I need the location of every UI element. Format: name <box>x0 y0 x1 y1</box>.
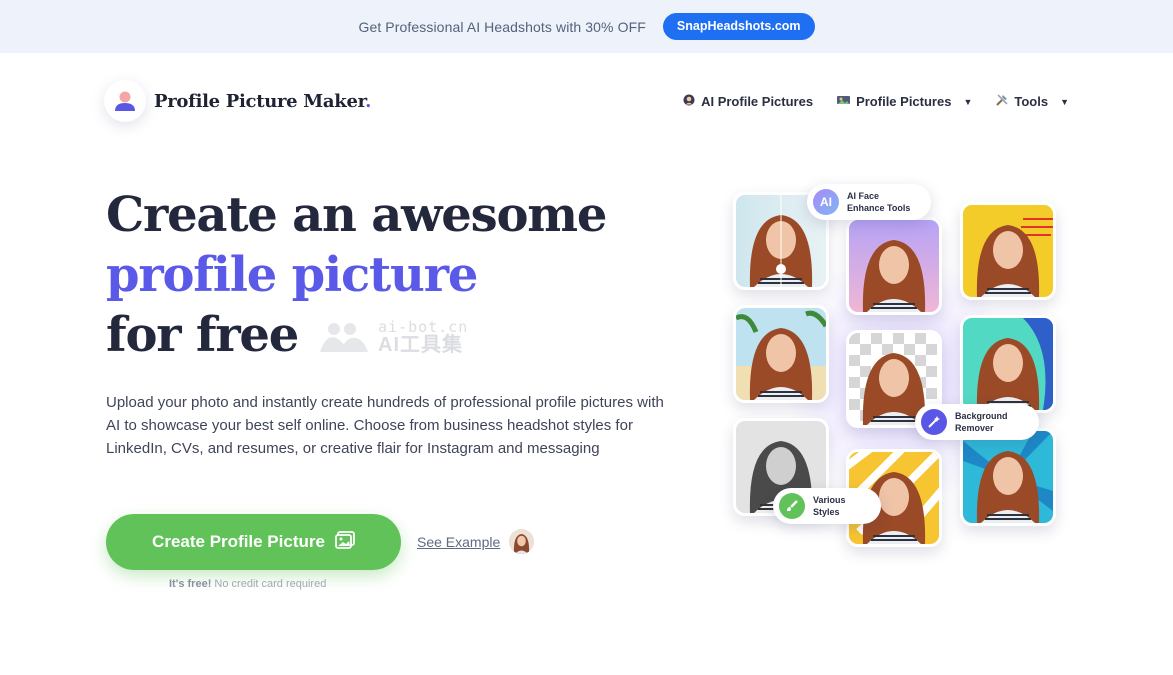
watermark-name: AI工具集 <box>378 334 463 356</box>
feature-collage: AI AI Face Enhance Tools Background Remove… <box>715 170 1075 570</box>
nav-tools[interactable]: Tools ▼ <box>996 94 1069 109</box>
ai-icon: AI <box>813 189 839 215</box>
badge-various-styles: Various Styles <box>773 488 881 524</box>
hero-title-accent: profile picture <box>106 247 478 303</box>
site-logo[interactable]: Profile Picture Maker. <box>104 80 371 122</box>
nav-profile-pictures[interactable]: Profile Pictures ▼ <box>837 94 972 109</box>
nav-ai-profile-pictures[interactable]: AI Profile Pictures <box>683 94 813 109</box>
logo-text: Profile Picture Maker. <box>154 90 372 112</box>
watermark: ai-bot.cn AI工具集 <box>318 318 468 356</box>
sample-photo-purple <box>846 217 942 315</box>
badge-label: AI Face Enhance Tools <box>847 191 911 213</box>
promo-button[interactable]: SnapHeadshots.com <box>662 13 815 40</box>
promo-banner: Get Professional AI Headshots with 30% O… <box>0 0 1173 53</box>
nav-label: Profile Pictures <box>856 94 952 109</box>
hero-description: Upload your photo and instantly create h… <box>106 394 664 457</box>
free-note-bold: It's free! <box>169 578 212 590</box>
watermark-logo-icon <box>320 323 368 352</box>
create-profile-picture-button[interactable]: Create Profile Picture <box>106 514 401 570</box>
see-example-link[interactable]: See Example <box>417 534 500 550</box>
main-nav: AI Profile Pictures Profile Pictures ▼ T… <box>683 94 1069 109</box>
chevron-down-icon: ▼ <box>1060 96 1069 107</box>
image-icon <box>335 530 355 554</box>
badge-ai-face-enhance: AI AI Face Enhance Tools <box>807 184 931 220</box>
sample-photo-teal <box>960 315 1056 413</box>
free-note-rest: No credit card required <box>214 578 327 590</box>
sample-photo-yellow-glitch <box>960 202 1056 300</box>
ai-face-icon <box>683 94 695 109</box>
example-avatar[interactable] <box>509 529 534 554</box>
logo-avatar-icon <box>104 80 146 122</box>
hero-title-line-1: Create an awesome <box>106 187 607 243</box>
magic-wand-icon <box>921 409 947 435</box>
cta-label: Create Profile Picture <box>152 532 325 551</box>
tools-icon <box>996 94 1008 109</box>
sample-photo-beach <box>733 305 829 403</box>
free-note: It's free! No credit card required <box>169 578 326 590</box>
badge-background-remover: Background Remover <box>915 404 1039 440</box>
gallery-icon <box>837 95 851 108</box>
promo-text: Get Professional AI Headshots with 30% O… <box>358 18 646 35</box>
sample-photo-blue-rays <box>960 428 1056 526</box>
chevron-down-icon: ▼ <box>963 96 973 107</box>
nav-label: AI Profile Pictures <box>701 94 814 109</box>
badge-label: Background Remover <box>955 411 1008 433</box>
brush-icon <box>779 493 805 519</box>
nav-label: Tools <box>1014 94 1049 109</box>
badge-label: Various Styles <box>813 495 846 517</box>
